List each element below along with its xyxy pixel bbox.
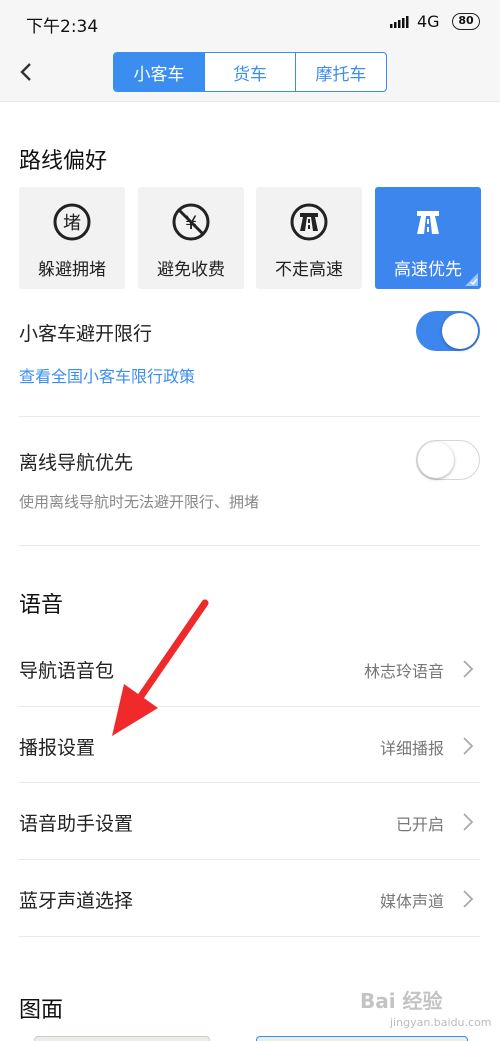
signal-icon (390, 16, 409, 28)
chevron-right-icon (463, 890, 474, 908)
row-value: 林志玲语音 (363, 662, 444, 681)
battery-icon: 80 (452, 13, 480, 30)
option-highway-first[interactable]: 高速优先 (375, 187, 481, 289)
offline-nav-toggle[interactable] (416, 440, 480, 480)
tab-truck[interactable]: 货车 (204, 53, 295, 91)
row-label: 播报设置 (19, 737, 96, 759)
display-section-title: 图面 (19, 998, 64, 1023)
map-style-preview[interactable] (34, 1036, 210, 1041)
row-value: 媒体声道 (379, 892, 444, 911)
back-arrow-icon[interactable] (12, 56, 42, 88)
car-restriction-label: 小客车避开限行 (19, 323, 153, 345)
row-voice-pack[interactable]: 导航语音包 林志玲语音 (0, 630, 500, 707)
chevron-right-icon (463, 813, 474, 831)
row-value: 已开启 (395, 815, 444, 834)
toggle-knob (418, 442, 454, 478)
status-time: 下午2:34 (26, 17, 99, 37)
watermark-logo: Bai 经验 (360, 989, 443, 1013)
row-label: 语音助手设置 (19, 813, 134, 835)
tab-car[interactable]: 小客车 (114, 53, 204, 91)
divider (19, 416, 480, 417)
map-style-preview-selected[interactable] (256, 1036, 468, 1041)
highway-icon (417, 211, 439, 234)
toggle-knob (442, 313, 478, 349)
offline-nav-label: 离线导航优先 (19, 452, 134, 474)
selected-check-icon (465, 273, 478, 286)
top-nav-bar: 小客车 货车 摩托车 (0, 44, 500, 102)
option-label: 躲避拥堵 (38, 260, 106, 280)
row-voice-assistant[interactable]: 语音助手设置 已开启 (0, 783, 500, 860)
watermark-url: jingyan.baidu.com (390, 1016, 492, 1029)
restriction-policy-link[interactable]: 查看全国小客车限行政策 (19, 363, 195, 387)
row-bluetooth-channel[interactable]: 蓝牙声道选择 媒体声道 (0, 860, 500, 937)
svg-text:堵: 堵 (63, 213, 81, 234)
row-broadcast-settings[interactable]: 播报设置 详细播报 (0, 707, 500, 784)
tab-motorcycle[interactable]: 摩托车 (295, 53, 386, 91)
row-label: 蓝牙声道选择 (19, 890, 134, 912)
avoid-congestion-icon: 堵 (53, 203, 91, 241)
divider (19, 545, 480, 546)
vehicle-type-tabs: 小客车 货车 摩托车 (113, 52, 387, 92)
row-label: 导航语音包 (19, 660, 115, 682)
avoid-toll-icon: ¥ (172, 203, 210, 241)
offline-nav-note: 使用离线导航时无法避开限行、拥堵 (19, 493, 260, 511)
chevron-right-icon (463, 737, 474, 755)
status-bar: 下午2:34 4G 80 (0, 0, 500, 44)
car-restriction-toggle[interactable] (416, 311, 480, 351)
row-value: 详细播报 (379, 739, 444, 758)
option-no-highway[interactable]: 不走高速 (256, 187, 362, 289)
no-highway-icon (290, 203, 328, 241)
divider (19, 936, 480, 937)
chevron-right-icon (463, 660, 474, 678)
network-type: 4G (417, 12, 440, 31)
option-label: 避免收费 (157, 260, 225, 280)
option-avoid-toll[interactable]: ¥ 避免收费 (138, 187, 244, 289)
option-label: 不走高速 (275, 260, 343, 280)
route-preference-title: 路线偏好 (19, 149, 108, 174)
voice-section-title: 语音 (19, 593, 64, 618)
option-avoid-congestion[interactable]: 堵 躲避拥堵 (19, 187, 125, 289)
